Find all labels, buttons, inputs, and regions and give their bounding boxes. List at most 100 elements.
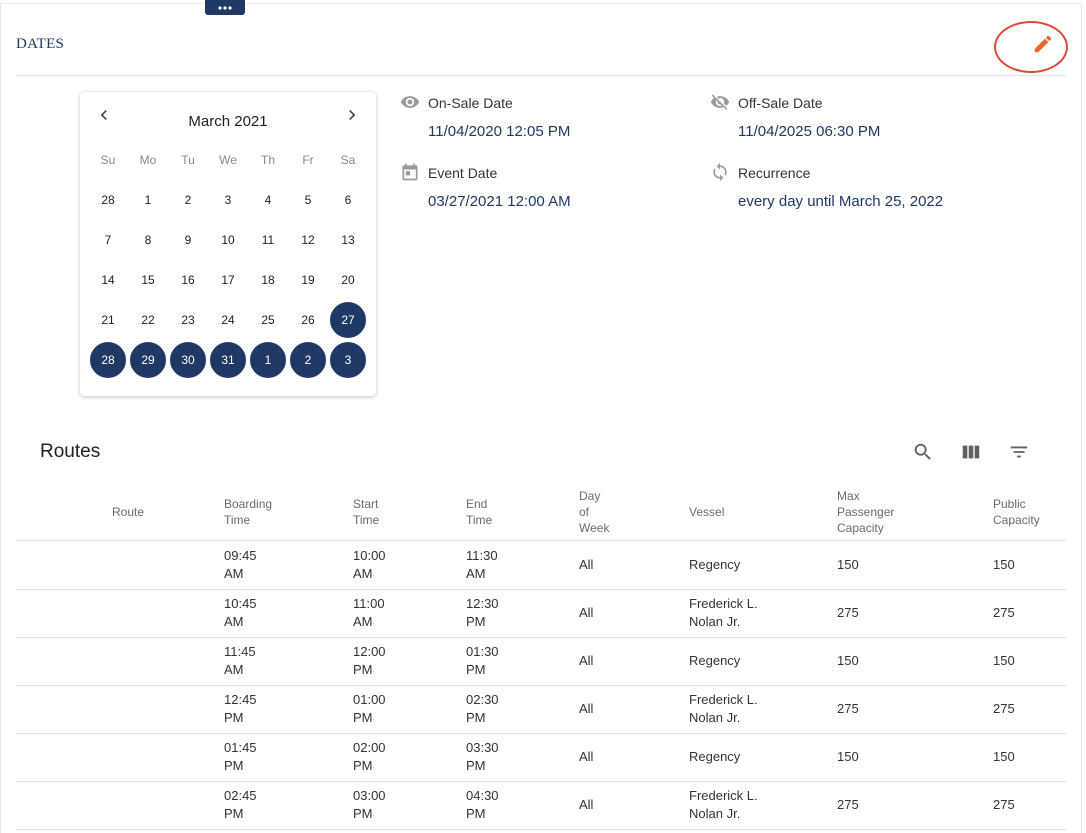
more-options-button[interactable] — [205, 0, 245, 15]
calendar-day[interactable]: 6 — [330, 182, 366, 218]
header-text-line: Vessel — [689, 505, 725, 519]
cell-boarding-time: 01:45 PM — [224, 739, 257, 775]
cell-boarding-time: 09:45 AM — [224, 547, 257, 583]
chevron-right-icon[interactable] — [342, 105, 362, 125]
cell-max-passenger-capacity: 150 — [837, 748, 859, 766]
cell-end-time: 11:30 AM — [466, 547, 498, 583]
on-sale-value: 11/04/2020 12:05 PM — [428, 123, 571, 140]
header-text-line: Boarding — [224, 497, 273, 511]
calendar-day[interactable]: 8 — [130, 222, 166, 258]
header-divider — [16, 540, 1066, 541]
cell-boarding-time: 10:45 AM — [224, 595, 257, 631]
cell-public-capacity: 275 — [993, 604, 1015, 622]
cell-boarding-time: 11:45 AM — [224, 643, 256, 679]
calendar-day[interactable]: 9 — [170, 222, 206, 258]
column-header-start-time[interactable]: Start Time — [353, 496, 379, 528]
columns-icon[interactable] — [960, 441, 982, 463]
header-text-line: Time — [353, 513, 380, 527]
calendar-day[interactable]: 7 — [90, 222, 126, 258]
cell-text-line: PM — [353, 710, 373, 725]
calendar-day[interactable]: 29 — [130, 342, 166, 378]
header-text-line: Route — [112, 505, 145, 519]
cell-text-line: 275 — [993, 701, 1015, 716]
cell-text-line: 150 — [837, 557, 859, 572]
header-text-line: Max — [837, 489, 860, 503]
cell-text-line: PM — [466, 710, 486, 725]
calendar-day[interactable]: 20 — [330, 262, 366, 298]
calendar-day[interactable]: 2 — [170, 182, 206, 218]
cell-vessel: Frederick L. Nolan Jr. — [689, 691, 758, 727]
calendar-day[interactable]: 16 — [170, 262, 206, 298]
cell-end-time: 04:30 PM — [466, 787, 499, 823]
cell-text-line: PM — [466, 614, 486, 629]
section-divider — [16, 75, 1066, 76]
cell-text-line: Regency — [689, 653, 741, 668]
cell-max-passenger-capacity: 275 — [837, 604, 859, 622]
recurrence-label: Recurrence — [738, 165, 811, 181]
calendar-day[interactable]: 2 — [290, 342, 326, 378]
cell-max-passenger-capacity: 275 — [837, 700, 859, 718]
calendar-day[interactable]: 26 — [290, 302, 326, 338]
calendar-day[interactable]: 31 — [210, 342, 246, 378]
cell-public-capacity: 150 — [993, 748, 1015, 766]
cell-day-of-week: All — [579, 556, 593, 574]
calendar-icon — [402, 163, 418, 181]
calendar-day[interactable]: 3 — [330, 342, 366, 378]
cell-start-time: 12:00 PM — [353, 643, 386, 679]
cell-text-line: 10:45 — [224, 596, 257, 611]
cell-public-capacity: 150 — [993, 556, 1015, 574]
calendar-day[interactable]: 17 — [210, 262, 246, 298]
calendar-day[interactable]: 13 — [330, 222, 366, 258]
recurrence-value: every day until March 25, 2022 — [738, 193, 944, 210]
cell-text-line: AM — [466, 566, 486, 581]
cell-text-line: Regency — [689, 557, 741, 572]
cell-text-line: All — [579, 797, 594, 812]
edit-pencil-icon[interactable] — [1032, 33, 1054, 55]
cell-text-line: PM — [353, 662, 373, 677]
column-header-public-capacity[interactable]: Public Capacity — [993, 496, 1040, 528]
calendar-day[interactable]: 12 — [290, 222, 326, 258]
calendar-day[interactable]: 28 — [90, 182, 126, 218]
calendar-day[interactable]: 14 — [90, 262, 126, 298]
calendar-day[interactable]: 4 — [250, 182, 286, 218]
eye-off-icon — [710, 94, 730, 110]
column-header-route[interactable]: Route — [112, 504, 144, 520]
cell-text-line: AM — [224, 566, 244, 581]
calendar-day[interactable]: 18 — [250, 262, 286, 298]
calendar-day[interactable]: 1 — [250, 342, 286, 378]
cell-start-time: 11:00 AM — [353, 595, 385, 631]
calendar-day[interactable]: 24 — [210, 302, 246, 338]
cell-text-line: All — [579, 749, 594, 764]
search-icon[interactable] — [912, 441, 934, 463]
calendar-day[interactable]: 27 — [330, 302, 366, 338]
calendar-day[interactable]: 23 — [170, 302, 206, 338]
calendar-day[interactable]: 15 — [130, 262, 166, 298]
column-header-max-passenger-capacity[interactable]: Max Passenger Capacity — [837, 488, 894, 536]
calendar-day[interactable]: 5 — [290, 182, 326, 218]
cell-text-line: 11:00 — [353, 596, 385, 611]
calendar-day[interactable]: 1 — [130, 182, 166, 218]
calendar-day[interactable]: 22 — [130, 302, 166, 338]
eye-icon — [400, 96, 420, 108]
calendar-day[interactable]: 10 — [210, 222, 246, 258]
header-text-line: End — [466, 497, 488, 511]
column-header-day-of-week[interactable]: Day of Week — [579, 488, 609, 536]
routes-title: Routes — [40, 441, 101, 462]
calendar-day[interactable]: 11 — [250, 222, 286, 258]
calendar-day[interactable]: 21 — [90, 302, 126, 338]
event-date-value: 03/27/2021 12:00 AM — [428, 193, 571, 210]
cell-text-line: PM — [224, 758, 244, 773]
calendar-day[interactable]: 25 — [250, 302, 286, 338]
column-header-boarding-time[interactable]: Boarding Time — [224, 496, 272, 528]
calendar-day[interactable]: 30 — [170, 342, 206, 378]
column-header-vessel[interactable]: Vessel — [689, 504, 724, 520]
cell-text-line: 275 — [837, 605, 859, 620]
calendar-day[interactable]: 28 — [90, 342, 126, 378]
filter-icon[interactable] — [1008, 441, 1030, 463]
cell-day-of-week: All — [579, 748, 593, 766]
column-header-end-time[interactable]: End Time — [466, 496, 492, 528]
cell-text-line: 01:30 — [466, 644, 499, 659]
header-text-line: Passenger — [837, 505, 895, 519]
calendar-day[interactable]: 19 — [290, 262, 326, 298]
calendar-day[interactable]: 3 — [210, 182, 246, 218]
